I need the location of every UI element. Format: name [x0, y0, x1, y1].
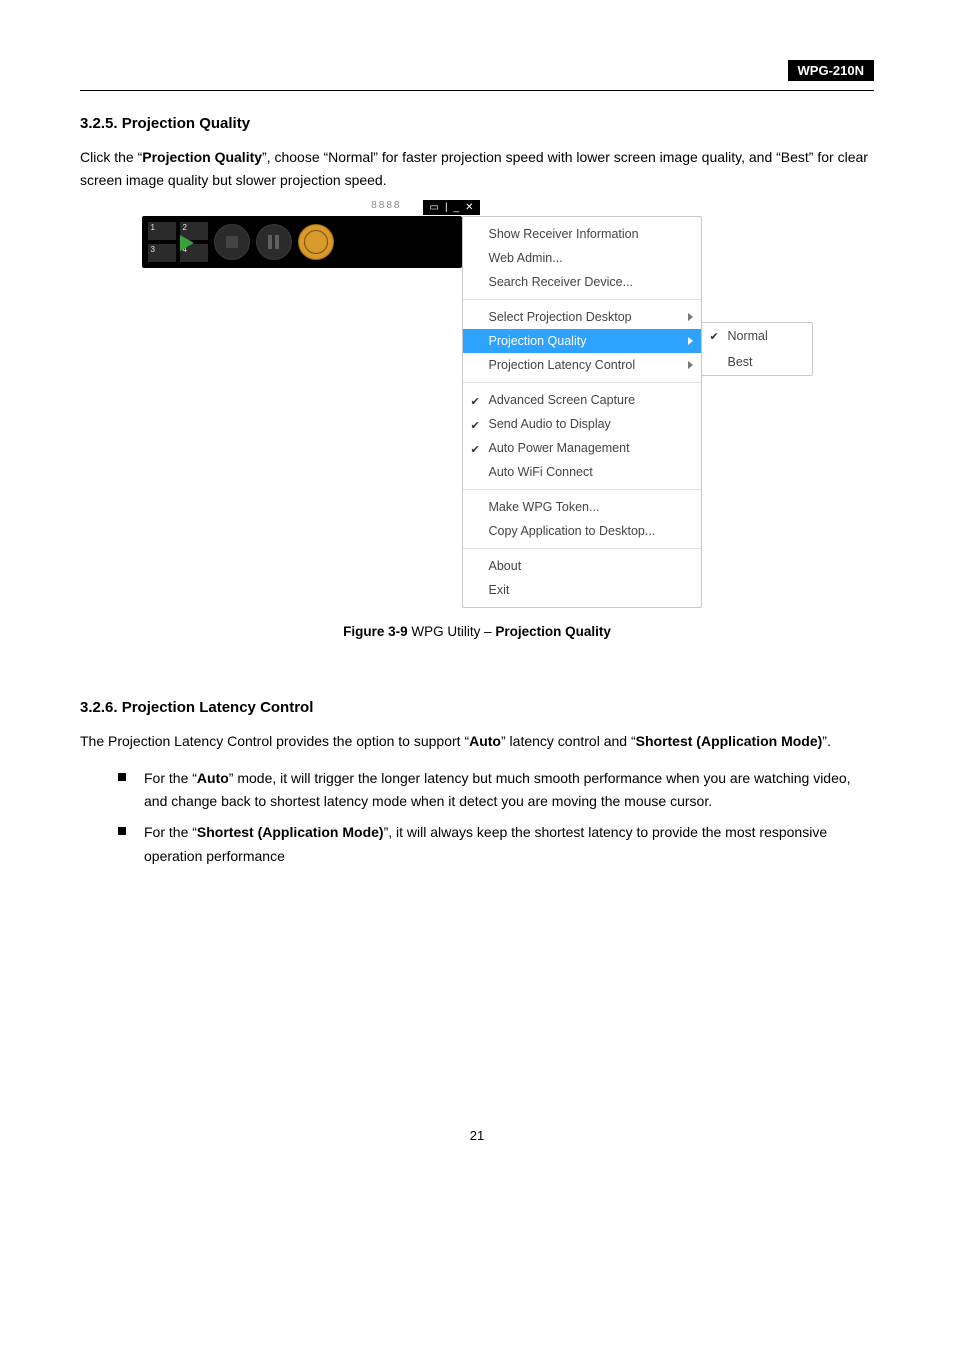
menu-group-5: About Exit: [463, 549, 701, 607]
menu-select-projection-desktop[interactable]: Select Projection Desktop: [463, 305, 701, 329]
bold-text: Auto: [469, 733, 501, 749]
stop-icon: [226, 236, 238, 248]
menu-auto-wifi-connect[interactable]: Auto WiFi Connect: [463, 460, 701, 484]
text: For the “: [144, 824, 197, 840]
document-page: WPG-210N 3.2.5. Projection Quality Click…: [0, 0, 954, 1350]
submenu-label: Best: [728, 355, 753, 369]
web-button[interactable]: [298, 224, 334, 260]
stop-button[interactable]: [214, 224, 250, 260]
list-item: For the “Shortest (Application Mode)”, i…: [118, 821, 874, 867]
context-menu: Show Receiver Information Web Admin... S…: [462, 216, 702, 608]
text: The Projection Latency Control provides …: [80, 733, 469, 749]
menu-projection-latency-control[interactable]: Projection Latency Control: [463, 353, 701, 377]
menu-send-audio[interactable]: ✔ Send Audio to Display: [463, 412, 701, 436]
check-icon: ✔: [710, 330, 719, 343]
bold-text: Projection Quality: [142, 149, 262, 165]
menu-group-3: ✔ Advanced Screen Capture ✔ Send Audio to …: [463, 383, 701, 490]
submenu-label: Normal: [728, 329, 768, 343]
menu-label: Advanced Screen Capture: [489, 393, 636, 407]
section1-paragraph: Click the “Projection Quality”, choose “…: [80, 146, 874, 192]
menu-label: Projection Quality: [489, 334, 587, 348]
text: ”.: [822, 733, 831, 749]
bold-text: Auto: [197, 770, 229, 786]
menu-group-1: Show Receiver Information Web Admin... S…: [463, 217, 701, 300]
menu-web-admin[interactable]: Web Admin...: [463, 246, 701, 270]
list-item: For the “Auto” mode, it will trigger the…: [118, 767, 874, 813]
pause-button[interactable]: [256, 224, 292, 260]
menu-icon[interactable]: ▭: [429, 202, 438, 213]
check-icon: ✔: [471, 443, 480, 456]
check-icon: ✔: [471, 419, 480, 432]
menu-auto-power-management[interactable]: ✔ Auto Power Management: [463, 436, 701, 460]
menu-about[interactable]: About: [463, 554, 701, 578]
menu-label: Copy Application to Desktop...: [489, 524, 656, 538]
menu-show-receiver-info[interactable]: Show Receiver Information: [463, 222, 701, 246]
bold-text: Shortest (Application Mode): [197, 824, 384, 840]
divider-icon: |: [445, 202, 448, 213]
figure-title: Projection Quality: [495, 624, 611, 639]
menu-projection-quality[interactable]: Projection Quality: [463, 329, 701, 353]
menu-label: Web Admin...: [489, 251, 563, 265]
figure-mid: WPG Utility –: [408, 624, 496, 639]
close-icon[interactable]: ✕: [465, 202, 473, 213]
submenu-normal[interactable]: ✔ Normal: [702, 323, 812, 349]
quadrant-selector[interactable]: 1 2 3 4: [148, 222, 208, 262]
menu-make-wpg-token[interactable]: Make WPG Token...: [463, 495, 701, 519]
text: Click the “: [80, 149, 142, 165]
heading-325: 3.2.5. Projection Quality: [80, 115, 874, 132]
bullet-list: For the “Auto” mode, it will trigger the…: [118, 767, 874, 867]
submenu-projection-quality: ✔ Normal Best: [701, 322, 813, 376]
menu-label: Auto Power Management: [489, 441, 630, 455]
menu-copy-application[interactable]: Copy Application to Desktop...: [463, 519, 701, 543]
menu-label: Make WPG Token...: [489, 500, 600, 514]
minimize-icon[interactable]: _: [454, 202, 460, 213]
menu-label: Auto WiFi Connect: [489, 465, 593, 479]
figure-num: Figure 3-9: [343, 624, 408, 639]
check-icon: ✔: [471, 395, 480, 408]
control-bar: 1 2 3 4: [142, 216, 462, 268]
menu-label: Send Audio to Display: [489, 417, 611, 431]
bold-text: Shortest (Application Mode): [636, 733, 823, 749]
text: For the “: [144, 770, 197, 786]
device-badge: WPG-210N: [788, 60, 874, 81]
menu-group-2: Select Projection Desktop Projection Qua…: [463, 300, 701, 383]
menu-advanced-screen-capture[interactable]: ✔ Advanced Screen Capture: [463, 388, 701, 412]
control-bar-wrapper: 8888 ▭ | _ ✕ 1 2 3 4: [142, 216, 462, 268]
submenu-best[interactable]: Best: [702, 349, 812, 375]
control-bar-inner: 1 2 3 4: [148, 222, 456, 262]
menu-search-receiver[interactable]: Search Receiver Device...: [463, 270, 701, 294]
login-code: 8888: [371, 200, 401, 211]
menu-label: Exit: [489, 583, 510, 597]
page-number: 21: [80, 1128, 874, 1143]
titlebar-controls: ▭ | _ ✕: [423, 200, 479, 215]
menu-label: Projection Latency Control: [489, 358, 636, 372]
figure-box: 8888 ▭ | _ ✕ 1 2 3 4: [142, 216, 813, 608]
menu-label: About: [489, 559, 522, 573]
header-rule: [80, 90, 874, 91]
menu-group-4: Make WPG Token... Copy Application to De…: [463, 490, 701, 549]
play-icon: [180, 235, 194, 251]
menu-label: Select Projection Desktop: [489, 310, 632, 324]
pause-icon: [268, 235, 279, 249]
text: ” mode, it will trigger the longer laten…: [144, 770, 851, 809]
heading-326: 3.2.6. Projection Latency Control: [80, 699, 874, 716]
text: ” latency control and “: [501, 733, 636, 749]
menu-exit[interactable]: Exit: [463, 578, 701, 602]
figure-caption: Figure 3-9 WPG Utility – Projection Qual…: [80, 624, 874, 639]
section2-paragraph: The Projection Latency Control provides …: [80, 730, 874, 753]
menu-label: Show Receiver Information: [489, 227, 639, 241]
menu-label: Search Receiver Device...: [489, 275, 634, 289]
figure-3-9: 8888 ▭ | _ ✕ 1 2 3 4: [80, 216, 874, 608]
